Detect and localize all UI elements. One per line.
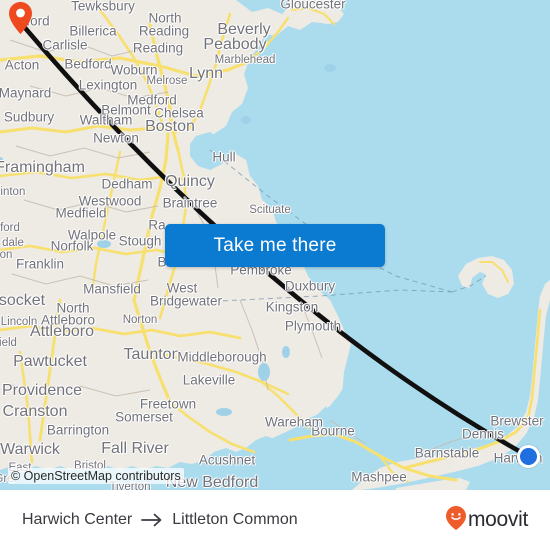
- arrow-right-icon: [141, 513, 163, 527]
- destination-label: Littleton Common: [172, 511, 298, 528]
- origin-pin-icon[interactable]: [9, 2, 32, 34]
- moovit-trip-map-screen: Tewksbury Gloucester North ford Billerica Rea…: [0, 0, 550, 550]
- footer-bar: Harwich Center Littleton Common moovit: [0, 490, 550, 550]
- origin-label: Harwich Center: [22, 511, 133, 528]
- destination-dot-icon[interactable]: [517, 445, 540, 468]
- map-canvas[interactable]: Tewksbury Gloucester North ford Billerica Rea…: [0, 0, 550, 490]
- moovit-logo[interactable]: moovit: [445, 505, 528, 535]
- take-me-there-button[interactable]: Take me there: [165, 224, 385, 267]
- osm-attribution[interactable]: © OpenStreetMap contributors: [8, 468, 184, 484]
- moovit-pin-icon: [445, 505, 466, 535]
- moovit-wordmark: moovit: [467, 508, 528, 531]
- route-summary: Harwich Center Littleton Common: [22, 511, 298, 529]
